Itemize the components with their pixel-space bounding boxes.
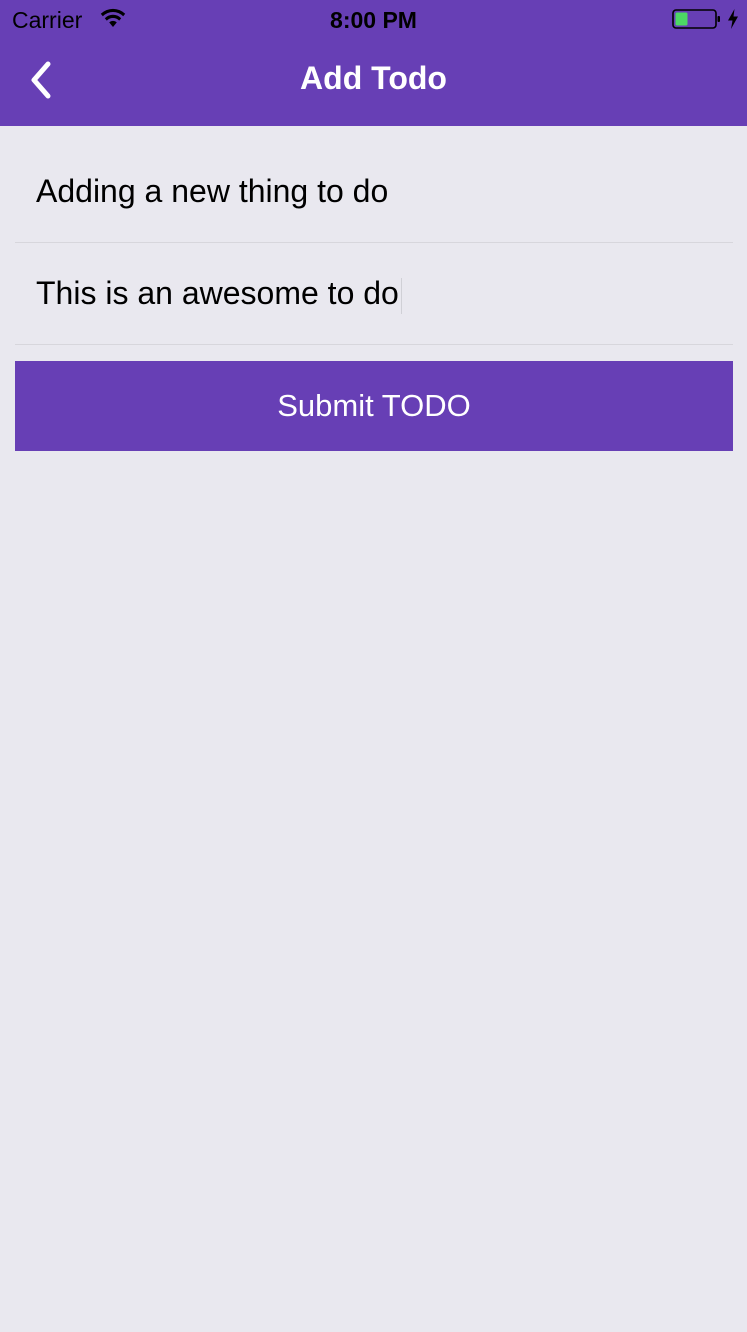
status-bar: Carrier 8:00 PM — [0, 0, 747, 40]
charging-icon — [726, 8, 740, 30]
text-cursor — [400, 277, 402, 314]
todo-description-field[interactable]: This is an awesome to do — [15, 244, 733, 345]
submit-todo-button[interactable]: Submit TODO — [15, 361, 733, 451]
header: Carrier 8:00 PM Add Todo — [0, 0, 747, 126]
status-time: 8:00 PM — [330, 7, 417, 33]
navigation-bar: Add Todo — [0, 40, 747, 126]
todo-title-value: Adding a new thing to do — [36, 173, 389, 209]
todo-title-field[interactable]: Adding a new thing to do — [15, 142, 733, 243]
todo-description-value: This is an awesome to do — [36, 275, 399, 311]
todo-description-text: This is an awesome to do — [36, 272, 402, 314]
battery-icon — [672, 8, 722, 30]
page-title: Add Todo — [300, 60, 447, 96]
